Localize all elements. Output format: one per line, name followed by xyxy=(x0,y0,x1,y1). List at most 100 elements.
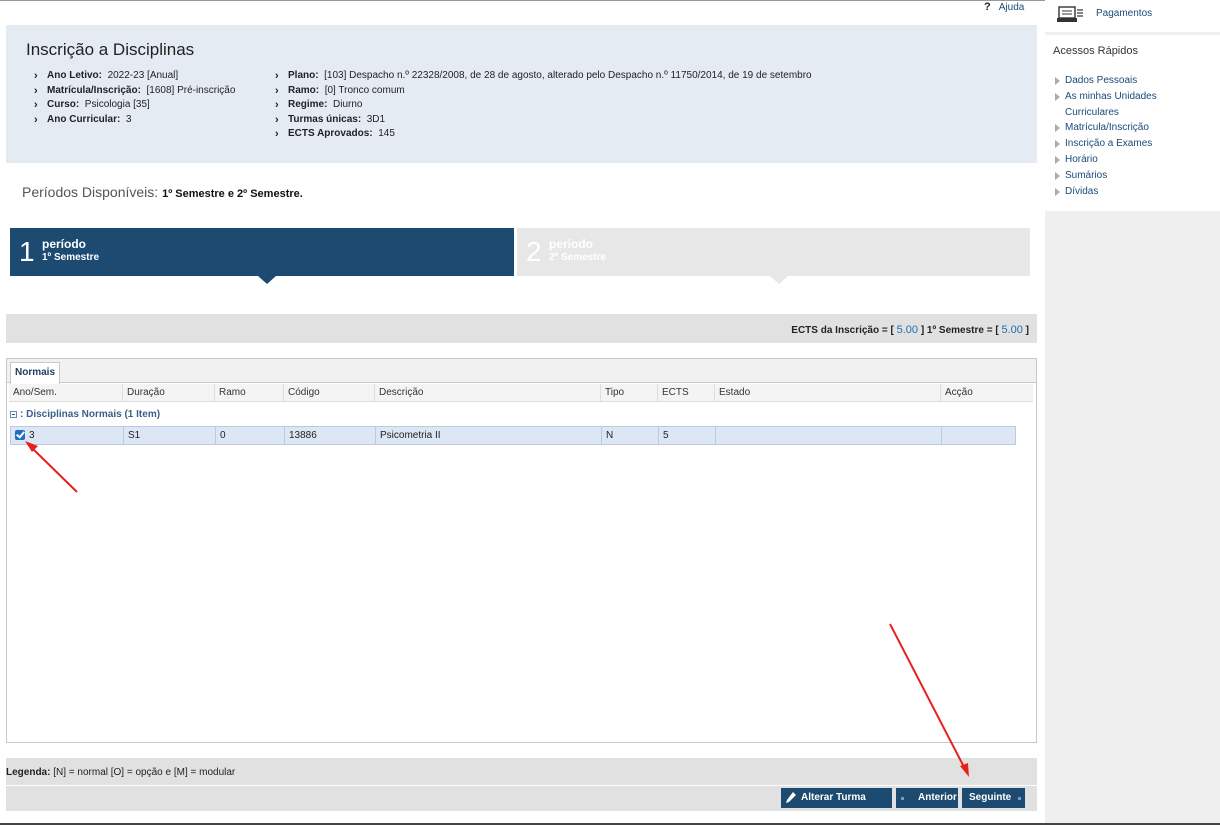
alterar-turma-unica-button[interactable]: Alterar Turma Única xyxy=(781,788,892,823)
disciplines-grid: Normais Ano/Sem. Duração Ramo Código Des… xyxy=(6,358,1037,743)
chevron-right-icon: › xyxy=(275,113,279,126)
info-plano: › Plano: [103] Despacho n.º 22328/2008, d… xyxy=(275,70,812,82)
pencil-icon xyxy=(786,792,796,803)
row-checkbox[interactable] xyxy=(15,430,25,440)
step-subtitle: 1º Semestre xyxy=(42,252,100,263)
quick-access-title: Acessos Rápidos xyxy=(1053,45,1138,57)
col-duracao[interactable]: Duração xyxy=(122,384,214,402)
col-accao[interactable]: Acção xyxy=(940,384,1033,402)
col-ano-sem[interactable]: Ano/Sem. xyxy=(9,384,122,402)
cell-descricao: Psicometria II xyxy=(376,427,602,444)
step-pointer-inactive xyxy=(770,276,788,284)
chevron-right-icon: › xyxy=(34,113,38,126)
info-ano-curricular: › Ano Curricular: 3 xyxy=(34,113,132,126)
chevron-right-icon: › xyxy=(275,99,279,112)
col-tipo[interactable]: Tipo xyxy=(600,384,657,402)
step-number: 1 xyxy=(19,236,35,267)
enrollment-info-panel: Inscrição a Disciplinas › Ano Letivo: 202… xyxy=(6,25,1037,163)
info-matricula: › Matrícula/Inscrição: [1608] Pré-inscriç… xyxy=(34,84,236,97)
anterior-button[interactable]: Anterior xyxy=(896,788,958,808)
collapse-icon[interactable] xyxy=(10,411,17,418)
arrow-right-icon xyxy=(1055,92,1060,101)
quick-link-exames[interactable]: Inscrição a Exames xyxy=(1055,136,1215,152)
col-descricao[interactable]: Descrição xyxy=(374,384,600,402)
arrow-right-icon xyxy=(1055,171,1060,180)
tab-normais[interactable]: Normais xyxy=(10,362,60,384)
col-estado[interactable]: Estado xyxy=(714,384,940,402)
col-ects[interactable]: ECTS xyxy=(657,384,714,402)
page-title: Inscrição a Disciplinas xyxy=(26,40,195,59)
cell-ects: 5 xyxy=(659,427,716,444)
info-left-column: › Ano Letivo: 2022-23 [Anual] › Matrícula/… xyxy=(34,69,235,127)
help-link[interactable]: ? Ajuda xyxy=(984,1,1024,13)
available-periods: Períodos Disponíveis: 1º Semestre e 2º S… xyxy=(22,184,303,200)
chevron-right-icon: › xyxy=(34,70,38,82)
chevron-right-icon: › xyxy=(34,99,38,112)
arrow-right-icon xyxy=(1055,155,1060,164)
periods-value: 1º Semestre e 2º Semestre. xyxy=(162,188,303,200)
quick-link-unidades-curriculares-cont[interactable]: Curriculares xyxy=(1055,105,1215,121)
step-title: período xyxy=(549,237,593,251)
cell-accao xyxy=(942,427,1015,444)
quick-link-dividas[interactable]: Dívidas xyxy=(1055,184,1215,200)
info-right-column: › Plano: [103] Despacho n.º 22328/2008, d… xyxy=(275,69,812,142)
info-turmas-unicas: › Turmas únicas: 3D1 xyxy=(275,113,386,126)
page: ? Ajuda Pagamentos Acessos Rápidos Dados… xyxy=(0,0,1220,825)
cash-register-icon xyxy=(1057,6,1083,22)
quick-link-horario[interactable]: Horário xyxy=(1055,152,1215,168)
chevron-right-icon: › xyxy=(34,84,38,97)
cell-estado xyxy=(716,427,942,444)
info-regime: › Regime: Diurno xyxy=(275,99,363,112)
cell-tipo: N xyxy=(602,427,659,444)
seguinte-button[interactable]: Seguinte xyxy=(962,788,1025,808)
periods-label: Períodos Disponíveis: xyxy=(22,184,159,200)
ects-enrollment-value: 5.00 xyxy=(896,324,919,336)
arrow-right-icon xyxy=(1055,77,1060,85)
step-number: 2 xyxy=(526,236,542,267)
ects-summary-bar: ECTS da Inscrição = [ 5.00 ] 1º Semestre… xyxy=(6,314,1037,343)
question-icon: ? xyxy=(984,1,991,13)
quick-link-dados-pessoais[interactable]: Dados Pessoais xyxy=(1055,73,1215,89)
column-header-row: Ano/Sem. Duração Ramo Código Descrição T… xyxy=(9,384,1033,402)
tab-strip: Normais xyxy=(7,359,1036,384)
step-subtitle: 2º Semestre xyxy=(549,252,607,263)
prev-icon xyxy=(901,797,904,800)
quick-access-list: Dados Pessoais As minhas Unidades Curric… xyxy=(1055,73,1215,199)
action-bar: Alterar Turma Única Anterior Seguinte xyxy=(6,786,1037,823)
payments-link[interactable]: Pagamentos xyxy=(1045,0,1220,32)
step-title: período xyxy=(42,237,86,251)
ects-semester-value: 5.00 xyxy=(1001,324,1023,336)
chevron-right-icon: › xyxy=(275,70,279,82)
quick-link-sumarios[interactable]: Sumários xyxy=(1055,168,1215,184)
cell-ano: 3 xyxy=(11,427,124,444)
chevron-right-icon: › xyxy=(275,84,279,97)
group-row-disciplinas-normais[interactable]: : Disciplinas Normais (1 Item) xyxy=(10,409,160,420)
help-label: Ajuda xyxy=(998,1,1025,13)
cell-codigo: 13886 xyxy=(285,427,376,444)
arrow-right-icon xyxy=(1055,124,1060,133)
cell-duracao: S1 xyxy=(124,427,216,444)
info-curso: › Curso: Psicologia [35] xyxy=(34,99,150,112)
step-period-1[interactable]: 1 período 1º Semestre xyxy=(10,228,514,276)
step-pointer-active xyxy=(258,276,276,284)
chevron-right-icon: › xyxy=(275,128,279,141)
info-ects-aprovados: › ECTS Aprovados: 145 xyxy=(275,128,395,141)
legend-text: Legenda: [N] = normal [O] = opção e [M] … xyxy=(6,767,236,778)
col-ramo[interactable]: Ramo xyxy=(214,384,283,402)
quick-access-panel: Acessos Rápidos Dados Pessoais As minhas… xyxy=(1045,35,1220,211)
payments-label: Pagamentos xyxy=(1096,8,1153,19)
quick-link-matricula[interactable]: Matrícula/Inscrição xyxy=(1055,120,1215,136)
quick-link-unidades-curriculares[interactable]: As minhas Unidades xyxy=(1055,89,1215,105)
info-ramo: › Ramo: [0] Tronco comum xyxy=(275,84,405,97)
table-row[interactable]: 3 S1 0 13886 Psicometria II N 5 xyxy=(10,426,1016,445)
group-label: : Disciplinas Normais (1 Item) xyxy=(20,409,161,420)
info-ano-letivo: › Ano Letivo: 2022-23 [Anual] xyxy=(34,70,179,82)
col-codigo[interactable]: Código xyxy=(283,384,374,402)
arrow-right-icon xyxy=(1055,187,1060,196)
legend-bar: Legenda: [N] = normal [O] = opção e [M] … xyxy=(6,758,1037,785)
top-border xyxy=(0,0,1220,1)
step-period-2[interactable]: 2 período 2º Semestre xyxy=(517,228,1030,276)
ects-summary: ECTS da Inscrição = [ 5.00 ] 1º Semestre… xyxy=(791,324,1029,336)
next-icon xyxy=(1018,797,1021,800)
cell-ramo: 0 xyxy=(216,427,285,444)
